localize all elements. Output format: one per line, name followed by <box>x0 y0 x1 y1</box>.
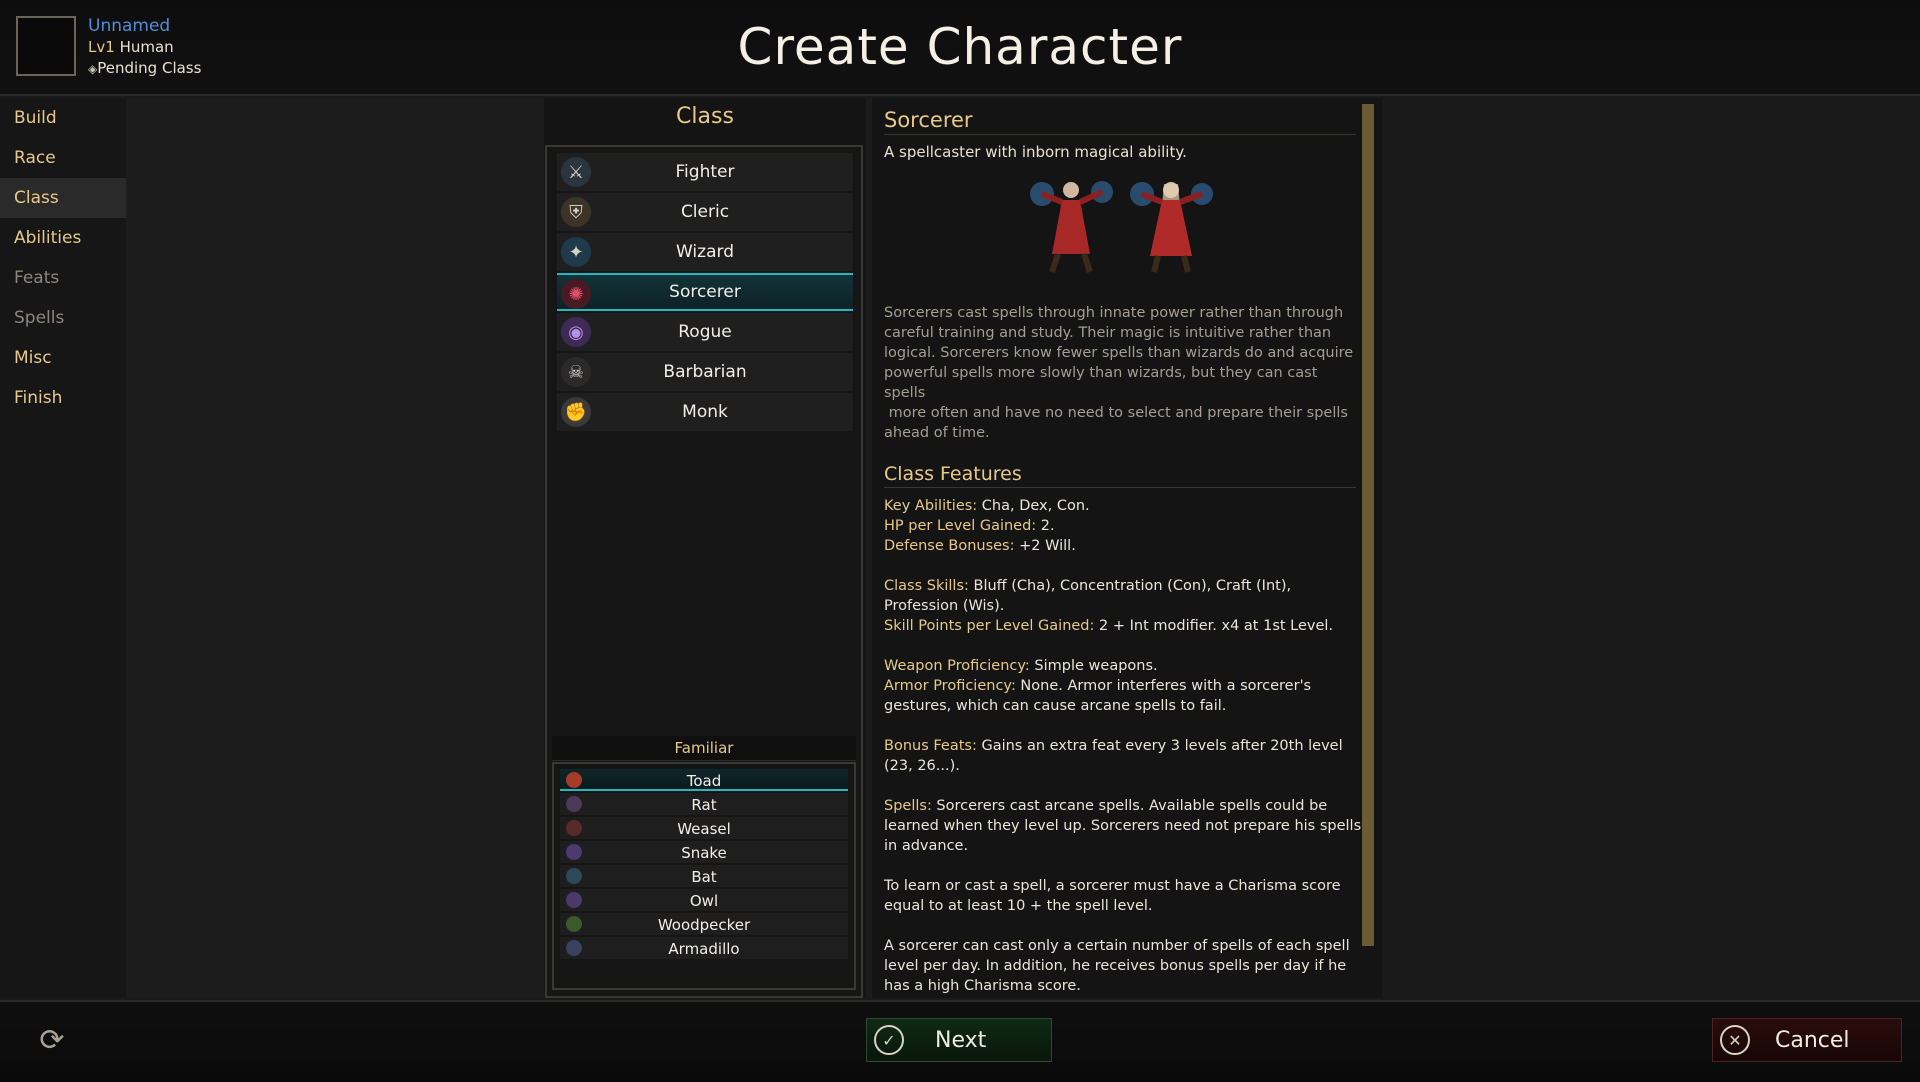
feature-spells: Spells: Sorcerers cast arcane spells. Av… <box>884 798 1328 814</box>
feature-spells-cont: in advance. <box>884 838 969 854</box>
class-panel-title: Class <box>676 104 734 129</box>
checkmark-icon: ✓ <box>874 1025 904 1055</box>
class-item-barbarian[interactable]: ☠ Barbarian <box>557 353 853 391</box>
feature-class-skills: Class Skills: Bluff (Cha), Concentration… <box>884 578 1292 594</box>
feature-bonus-feats-cont: (23, 26...). <box>884 758 960 774</box>
nav-item-race[interactable]: Race <box>0 138 126 178</box>
sorcerer-artwork-male <box>1030 181 1113 273</box>
paragraph-line: ahead of time. <box>884 425 990 441</box>
nav-item-feats: Feats <box>14 268 60 288</box>
paragraph-line: logical. Sorcerers know fewer spells tha… <box>884 345 1354 361</box>
feature-spell-rule: To learn or cast a spell, a sorcerer mus… <box>884 878 1341 894</box>
class-label: Wizard <box>676 242 734 262</box>
paragraph-line: Sorcerers cast spells through innate pow… <box>884 305 1344 321</box>
class-item-sorcerer[interactable]: ✺ Sorcerer <box>557 273 853 311</box>
class-label: Fighter <box>675 162 735 182</box>
feature-skill-points: Skill Points per Level Gained: 2 + Int m… <box>884 618 1334 634</box>
familiar-label: Toad <box>686 772 722 790</box>
familiar-label: Snake <box>681 844 727 862</box>
creation-steps-nav: Build Race Class Abilities Feats Spells … <box>0 98 127 998</box>
class-label: Sorcerer <box>669 282 741 302</box>
next-button[interactable]: ✓ Next <box>866 1018 1052 1062</box>
nav-item-abilities[interactable]: Abilities <box>0 218 126 258</box>
close-icon: ✕ <box>1720 1025 1750 1055</box>
description-title: Sorcerer <box>884 108 973 132</box>
feature-spells-cont: learned when they level up. Sorcerers ne… <box>884 818 1362 834</box>
feature-armor-proficiency: Armor Proficiency: None. Armor interfere… <box>884 678 1312 694</box>
familiar-label: Weasel <box>677 820 731 838</box>
nav-item-spells: Spells <box>14 308 65 328</box>
familiar-label: Bat <box>691 868 717 886</box>
class-label: Monk <box>682 402 728 422</box>
refresh-icon: ⟳ <box>39 1022 65 1058</box>
paragraph-line: powerful spells more slowly than wizards… <box>884 365 1318 401</box>
feature-bonus-feats: Bonus Feats: Gains an extra feat every 3… <box>884 738 1343 754</box>
page-title: Create Character <box>737 18 1183 76</box>
familiar-item-owl[interactable]: Owl <box>560 889 848 911</box>
description-paragraph: Sorcerers cast spells through innate pow… <box>884 303 1360 443</box>
nav-item-misc[interactable]: Misc <box>0 338 126 378</box>
familiar-item-weasel[interactable]: Weasel <box>560 817 848 839</box>
reset-button[interactable]: ⟳ <box>36 1022 68 1058</box>
familiar-label: Armadillo <box>668 940 740 958</box>
feature-spells-per-day: A sorcerer can cast only a certain numbe… <box>884 938 1350 954</box>
familiar-item-armadillo[interactable]: Armadillo <box>560 937 848 959</box>
features-divider <box>884 487 1356 488</box>
description-scrollbar[interactable] <box>1362 104 1374 946</box>
next-label: Next <box>935 1028 987 1053</box>
header-bar: Unnamed Lv1 Human ◈Pending Class Create … <box>0 0 1920 96</box>
paragraph-line: careful training and study. Their magic … <box>884 325 1332 341</box>
familiar-list: Toad Rat Weasel Snake Bat Owl Woodpecker… <box>552 762 856 990</box>
familiar-item-toad[interactable]: Toad <box>560 769 848 791</box>
cancel-button[interactable]: ✕ Cancel <box>1712 1018 1902 1062</box>
cancel-label: Cancel <box>1775 1028 1850 1053</box>
class-label: Rogue <box>678 322 732 342</box>
feature-spell-rule-cont: equal to at least 10 + the spell level. <box>884 898 1153 914</box>
familiar-item-bat[interactable]: Bat <box>560 865 848 887</box>
title-divider <box>884 134 1356 135</box>
nav-item-class[interactable]: Class <box>0 178 126 218</box>
nav-item-build[interactable]: Build <box>0 98 126 138</box>
feature-armor-proficiency-cont: gestures, which can cause arcane spells … <box>884 698 1227 714</box>
familiar-item-rat[interactable]: Rat <box>560 793 848 815</box>
description-subtitle: A spellcaster with inborn magical abilit… <box>884 143 1187 161</box>
feature-spells-per-day-cont: level per day. In addition, he receives … <box>884 958 1347 974</box>
familiar-label: Rat <box>691 796 717 814</box>
familiar-item-woodpecker[interactable]: Woodpecker <box>560 913 848 935</box>
feature-key-abilities: Key Abilities: Cha, Dex, Con. <box>884 498 1090 514</box>
class-features-title: Class Features <box>884 463 1022 485</box>
feature-class-skills-cont: Profession (Wis). <box>884 598 1005 614</box>
feature-hp-per-level: HP per Level Gained: 2. <box>884 518 1055 534</box>
familiar-label: Woodpecker <box>657 916 751 934</box>
paragraph-line: more often and have no need to select an… <box>884 405 1348 421</box>
class-item-wizard[interactable]: ✦ Wizard <box>557 233 853 271</box>
nav-item-finish[interactable]: Finish <box>0 378 126 418</box>
class-item-rogue[interactable]: ◉ Rogue <box>557 313 853 351</box>
feature-spells-per-day-cont: has a high Charisma score. <box>884 978 1081 994</box>
class-item-cleric[interactable]: ⛨ Cleric <box>557 193 853 231</box>
familiar-header: Familiar <box>552 736 856 761</box>
class-item-fighter[interactable]: ⚔ Fighter <box>557 153 853 191</box>
class-item-monk[interactable]: ✊ Monk <box>557 393 853 431</box>
feature-weapon-proficiency: Weapon Proficiency: Simple weapons. <box>884 658 1158 674</box>
familiar-item-snake[interactable]: Snake <box>560 841 848 863</box>
feature-defense-bonuses: Defense Bonuses: +2 Will. <box>884 538 1076 554</box>
class-label: Barbarian <box>663 362 747 382</box>
sorcerer-artwork-female <box>1130 182 1213 273</box>
class-label: Cleric <box>680 202 730 222</box>
familiar-label: Owl <box>689 892 719 910</box>
